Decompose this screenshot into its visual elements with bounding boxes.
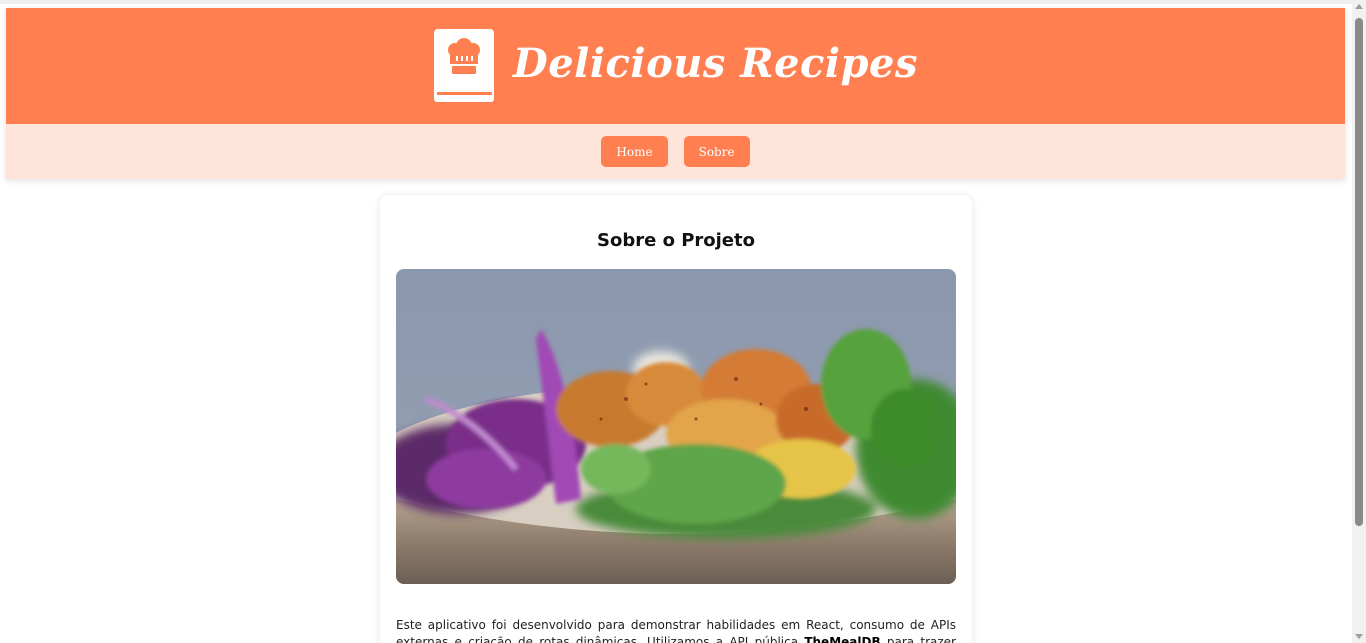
vertical-scrollbar[interactable] — [1352, 0, 1366, 643]
about-card: Sobre o Projeto Este aplicativo foi dese… — [380, 195, 972, 643]
api-name: TheMealDB — [804, 635, 881, 643]
brand-bar: Delicious Recipes — [6, 8, 1345, 124]
nav-sobre-button[interactable]: Sobre — [683, 136, 750, 167]
site-header: Delicious Recipes Home Sobre — [6, 8, 1345, 179]
chef-hat-book-icon — [434, 29, 495, 102]
scroll-down-icon[interactable] — [1355, 634, 1363, 639]
page: Delicious Recipes Home Sobre Sobre o Pro… — [0, 0, 1352, 643]
main-nav: Home Sobre — [6, 124, 1345, 179]
scroll-up-icon[interactable] — [1355, 4, 1363, 9]
site-title: Delicious Recipes — [513, 40, 918, 87]
about-description: Este aplicativo foi desenvolvido para de… — [396, 617, 956, 643]
scrollbar-thumb[interactable] — [1355, 18, 1363, 526]
salad-bowl-image — [396, 269, 956, 584]
about-title: Sobre o Projeto — [597, 230, 755, 251]
nav-home-button[interactable]: Home — [601, 136, 668, 167]
